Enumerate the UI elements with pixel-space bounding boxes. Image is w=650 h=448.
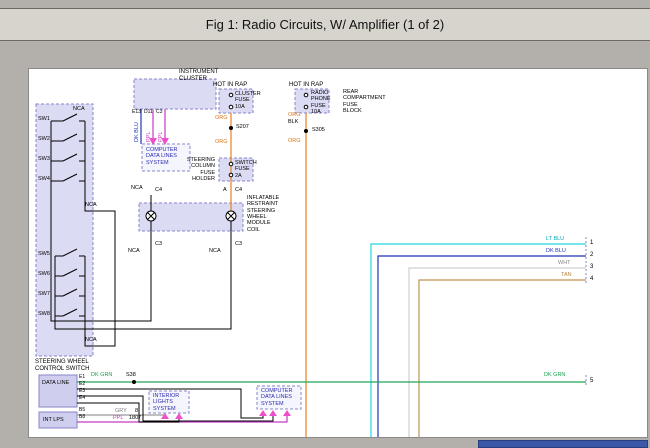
- switch-label: SW1: [38, 116, 50, 122]
- diagram-canvas: INSTRUMENT CLUSTER HOT IN RAP HOT IN RAP…: [28, 68, 648, 438]
- splice-s207-label: S207: [236, 124, 249, 130]
- splice-s38-dot: [132, 380, 136, 384]
- dk-grn-wire-label: DK GRN: [544, 372, 565, 378]
- computer-data-lines-system-label: COMPUTER DATA LINES SYSTEM: [261, 388, 292, 407]
- fuse-terminal: [229, 105, 233, 109]
- computer-data-lines-system-label: COMPUTER DATA LINES SYSTEM: [146, 147, 177, 166]
- pin-label: E2: [79, 382, 85, 388]
- arrow-up-icon: [269, 410, 277, 416]
- blk-wire-label: BLK: [288, 119, 298, 125]
- switch-fuse-label: SWITCH FUSE 2A: [235, 160, 257, 179]
- circuit-number: 8: [135, 408, 138, 414]
- steering-wheel-control-switch-label: STEERING WHEEL CONTROL SWITCH: [35, 359, 99, 373]
- switch-label: SW7: [38, 291, 50, 297]
- ppl-wire-label: PPL: [158, 132, 164, 142]
- lt-blu-wire-label: LT BLU: [546, 236, 564, 242]
- org-wire-label: ORG: [215, 115, 228, 121]
- cluster-pin-label: C3: [156, 110, 162, 116]
- interior-lights-system-label: INTERIOR LIGHTS SYSTEM: [153, 393, 179, 412]
- org-wire-label: ORG: [288, 112, 301, 118]
- pin-label: E3: [79, 389, 85, 395]
- fuse-terminal: [304, 93, 308, 97]
- terminal-number: 4: [590, 276, 593, 283]
- hot-in-rap-label: HOT IN RAP: [289, 82, 323, 89]
- figure-title: Fig 1: Radio Circuits, W/ Amplifier (1 o…: [206, 17, 444, 32]
- cluster-pin-label: D11: [144, 110, 153, 116]
- switch-label: SW4: [38, 176, 50, 182]
- terminal-number: 5: [590, 378, 593, 385]
- wire-wht: [409, 268, 586, 437]
- splice-s207-dot: [229, 126, 233, 130]
- terminal-number: 3: [590, 264, 593, 271]
- nca-label: NCA: [131, 185, 143, 191]
- connector-c3-label: C3: [235, 241, 242, 247]
- arrow-up-icon: [175, 413, 183, 419]
- connector-c4-label: C4: [235, 187, 242, 193]
- arrow-up-icon: [283, 410, 291, 416]
- switch-label: SW2: [38, 136, 50, 142]
- data-line-label: DATA LINE: [42, 380, 69, 386]
- arrow-up-icon: [259, 410, 267, 416]
- nca-label: NCA: [73, 106, 85, 112]
- nca-label: NCA: [128, 248, 140, 254]
- figure-title-bar: Fig 1: Radio Circuits, W/ Amplifier (1 o…: [0, 8, 650, 41]
- radio-phone-fuse-label: RADIO PHONE FUSE 10A: [311, 90, 331, 115]
- arrow-up-icon: [161, 413, 169, 419]
- org-wire-label: ORG: [215, 139, 228, 145]
- terminal-number: 2: [590, 252, 593, 259]
- instrument-cluster-box: [134, 79, 216, 109]
- switch-label: SW6: [38, 271, 50, 277]
- splice-s305-label: S305: [312, 127, 325, 133]
- instrument-cluster-label: INSTRUMENT CLUSTER: [179, 69, 218, 83]
- wire-lt-blu: [371, 244, 586, 437]
- rear-compartment-fuse-block-label: REAR COMPARTMENT FUSE BLOCK: [343, 89, 386, 114]
- switch-label: SW5: [38, 251, 50, 257]
- pin-label: B8: [79, 415, 85, 421]
- cavity-a-label: A: [223, 187, 227, 193]
- terminal-number: 1: [590, 240, 593, 247]
- switch-label: SW3: [38, 156, 50, 162]
- fuse-terminal: [304, 105, 308, 109]
- nca-label: NCA: [85, 337, 97, 343]
- cluster-pin-label: E13: [132, 110, 141, 116]
- dk-blu-wire-label: DK BLU: [546, 248, 566, 254]
- cluster-fuse-label: CLUSTER FUSE 10A: [235, 91, 261, 110]
- application-window: Fig 1: Radio Circuits, W/ Amplifier (1 o…: [0, 0, 650, 448]
- dk-blu-wire-label: DK BLU: [134, 122, 140, 142]
- connector-c3-label: C3: [155, 241, 162, 247]
- tan-wire-label: TAN: [561, 272, 572, 278]
- fuse-terminal: [229, 173, 233, 177]
- pin-label: E4: [79, 396, 85, 402]
- dk-grn-wire-label: DK GRN: [91, 372, 112, 378]
- circuit-number: 1807: [129, 415, 141, 421]
- nca-label: NCA: [209, 248, 221, 254]
- wht-wire-label: WHT: [558, 260, 571, 266]
- fuse-terminal: [229, 93, 233, 97]
- wire-tan: [419, 280, 586, 437]
- pin-label: E1: [79, 375, 85, 381]
- background-window-fragment[interactable]: [478, 440, 648, 448]
- org-wire-label: ORG: [288, 138, 301, 144]
- switch-label: SW8: [38, 311, 50, 317]
- ppl-wire-label: PPL: [146, 132, 152, 142]
- pin-label: B5: [79, 408, 85, 414]
- connector-c4-label: C4: [155, 187, 162, 193]
- gry-wire-label: GRY: [115, 408, 127, 414]
- ppl-wire-label: PPL: [113, 415, 123, 421]
- splice-s305-dot: [304, 129, 308, 133]
- steering-column-fuse-holder-label: STEERING COLUMN FUSE HOLDER: [185, 157, 215, 182]
- hot-in-rap-label: HOT IN RAP: [213, 82, 247, 89]
- fuse-terminal: [229, 162, 233, 166]
- nca-label: NCA: [85, 202, 97, 208]
- int-lps-label: INT LPS: [43, 417, 64, 423]
- splice-s38-label: S38: [126, 372, 136, 378]
- inflatable-restraint-label: INFLATABLE RESTRAINT STEERING WHEEL MODU…: [247, 195, 279, 233]
